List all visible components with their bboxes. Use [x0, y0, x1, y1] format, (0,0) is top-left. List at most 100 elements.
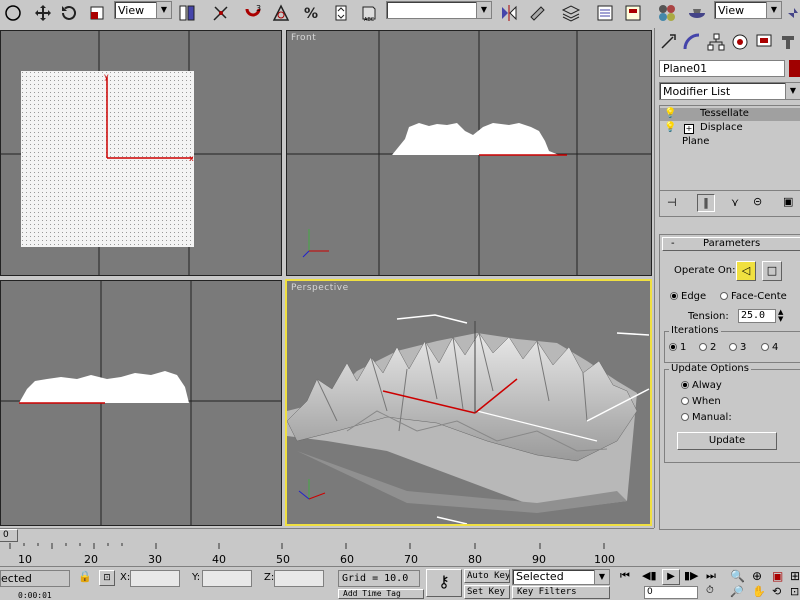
- tension-spinner[interactable]: ▲ ▼: [778, 309, 783, 323]
- utilities-tab-icon[interactable]: [777, 31, 799, 53]
- current-frame-field[interactable]: 0: [644, 586, 698, 599]
- absolute-mode-icon[interactable]: ⊡: [99, 570, 115, 586]
- add-time-tag-label: Add Time Tag: [343, 589, 401, 598]
- manual-label: Manual:: [692, 412, 732, 423]
- parameters-title: Parameters: [703, 238, 761, 249]
- snap-3d-icon[interactable]: 3: [242, 2, 264, 24]
- lightbulb-icon[interactable]: 💡: [664, 108, 676, 119]
- front-viewport[interactable]: Front: [286, 30, 652, 276]
- display-tab-icon[interactable]: [753, 31, 775, 53]
- render-type-dropdown[interactable]: View ▼: [714, 1, 782, 19]
- show-end-result-icon[interactable]: ‖: [697, 194, 715, 212]
- named-selection-icon[interactable]: ABC: [358, 2, 380, 24]
- select-object-icon[interactable]: [2, 2, 24, 24]
- rotate-icon[interactable]: [58, 2, 80, 24]
- region-zoom-icon[interactable]: 🔎: [730, 585, 744, 598]
- zoom-extents-all-icon[interactable]: ⊞: [790, 569, 800, 583]
- default-tangent-key-icon[interactable]: ⚷: [426, 569, 462, 597]
- trackbar[interactable]: 10 20 30 40 50 60 70 80 90 100: [0, 543, 654, 566]
- layers-icon[interactable]: [560, 2, 582, 24]
- x-coord-field[interactable]: [130, 570, 180, 587]
- zoom-extents-icon[interactable]: ▣: [772, 569, 783, 583]
- stack-item-displace[interactable]: 💡 + Displace: [660, 122, 800, 135]
- selected-dropdown[interactable]: Selected ▼: [512, 569, 610, 585]
- always-label: Alway: [692, 380, 722, 391]
- modifier-list-dropdown[interactable]: Modifier List ▼: [659, 82, 800, 100]
- move-icon[interactable]: [32, 2, 54, 24]
- scale-icon[interactable]: [86, 2, 108, 24]
- pin-stack-icon[interactable]: ⊣: [667, 196, 677, 209]
- left-viewport[interactable]: [0, 280, 282, 526]
- motion-tab-icon[interactable]: [729, 31, 751, 53]
- quick-render-icon[interactable]: [784, 2, 800, 24]
- configure-sets-icon[interactable]: ▣: [783, 195, 793, 208]
- tick-label: 20: [84, 553, 98, 566]
- pan-icon[interactable]: ✋: [752, 585, 766, 598]
- lightbulb-icon[interactable]: 💡: [664, 122, 676, 133]
- go-to-start-icon[interactable]: ⏮: [620, 569, 630, 583]
- modify-tab-icon[interactable]: [681, 31, 703, 53]
- y-coord-field[interactable]: [202, 570, 252, 587]
- auto-key-button[interactable]: Auto Key: [464, 569, 510, 583]
- maximize-viewport-icon[interactable]: ⊡: [790, 585, 799, 598]
- perspective-viewport[interactable]: Perspective: [285, 279, 652, 526]
- previous-frame-icon[interactable]: ◀▮: [642, 569, 657, 582]
- z-coord-field[interactable]: [274, 570, 324, 587]
- update-options-group: Update Options Alway When Manual: Update: [664, 363, 800, 463]
- key-filters-button[interactable]: Key Filters: [512, 586, 610, 599]
- percent-snap-icon[interactable]: %: [300, 2, 322, 24]
- parameters-header[interactable]: - Parameters: [662, 237, 800, 251]
- face-center-radio[interactable]: Face-Cente: [720, 291, 787, 302]
- key-filters-label: Key Filters: [517, 587, 577, 597]
- named-selection-dropdown[interactable]: ▼: [386, 1, 492, 19]
- render-scene-icon[interactable]: [686, 2, 708, 24]
- iter-3-radio[interactable]: 3: [729, 342, 746, 353]
- align-icon[interactable]: [526, 2, 548, 24]
- select-manipulate-icon[interactable]: [210, 2, 232, 24]
- always-radio[interactable]: Alway: [681, 380, 722, 391]
- iter-2-radio[interactable]: 2: [699, 342, 716, 353]
- edge-radio[interactable]: Edge: [670, 291, 706, 302]
- time-config-icon[interactable]: ⏱: [706, 585, 714, 596]
- material-editor-icon[interactable]: [656, 2, 678, 24]
- manual-radio[interactable]: Manual:: [681, 412, 732, 423]
- object-color-swatch[interactable]: [789, 60, 800, 77]
- y-label: Y:: [192, 572, 201, 583]
- play-icon[interactable]: ▶: [662, 569, 680, 585]
- expand-icon[interactable]: +: [684, 124, 694, 134]
- top-viewport[interactable]: y x: [0, 30, 282, 276]
- reference-coord-dropdown[interactable]: View ▼: [114, 1, 172, 19]
- set-key-button[interactable]: Set Key: [464, 585, 510, 599]
- next-frame-icon[interactable]: ▮▶: [684, 569, 699, 582]
- perspective-axis-gizmo: [298, 479, 326, 500]
- stack-item-tessellate[interactable]: 💡 Tessellate: [660, 108, 800, 121]
- zoom-icon[interactable]: 🔍: [730, 569, 745, 583]
- time-slider[interactable]: 0: [0, 528, 654, 543]
- operate-on-polygons-button[interactable]: □: [762, 261, 782, 281]
- when-rendering-radio[interactable]: When: [681, 396, 721, 407]
- update-button[interactable]: Update: [677, 432, 777, 450]
- operate-on-faces-button[interactable]: ◁: [736, 261, 756, 281]
- make-unique-icon[interactable]: ⋎: [731, 196, 739, 209]
- iter-4-radio[interactable]: 4: [761, 342, 778, 353]
- stack-item-plane[interactable]: Plane: [660, 136, 800, 149]
- pivot-icon[interactable]: [176, 2, 198, 24]
- object-name: Plane01: [663, 62, 708, 75]
- lock-selection-icon[interactable]: 🔒: [78, 570, 92, 583]
- hierarchy-tab-icon[interactable]: [705, 31, 727, 53]
- go-to-end-icon[interactable]: ⏭: [706, 569, 716, 583]
- mirror-icon[interactable]: [498, 2, 520, 24]
- create-tab-icon[interactable]: [657, 31, 679, 53]
- arc-rotate-icon[interactable]: ⟲: [772, 585, 781, 598]
- tension-input[interactable]: 25.0: [738, 309, 776, 323]
- object-name-field[interactable]: Plane01: [659, 60, 785, 77]
- angle-snap-icon[interactable]: [270, 2, 292, 24]
- schematic-view-icon[interactable]: [622, 2, 644, 24]
- face-center-label: Face-Cente: [731, 291, 787, 302]
- remove-modifier-icon[interactable]: ⊝: [753, 195, 762, 208]
- spinner-snap-icon[interactable]: [330, 2, 352, 24]
- time-slider-thumb[interactable]: 0: [0, 529, 18, 542]
- iter-1-radio[interactable]: 1: [669, 342, 686, 353]
- zoom-all-icon[interactable]: ⊕: [752, 569, 762, 583]
- track-view-icon[interactable]: [594, 2, 616, 24]
